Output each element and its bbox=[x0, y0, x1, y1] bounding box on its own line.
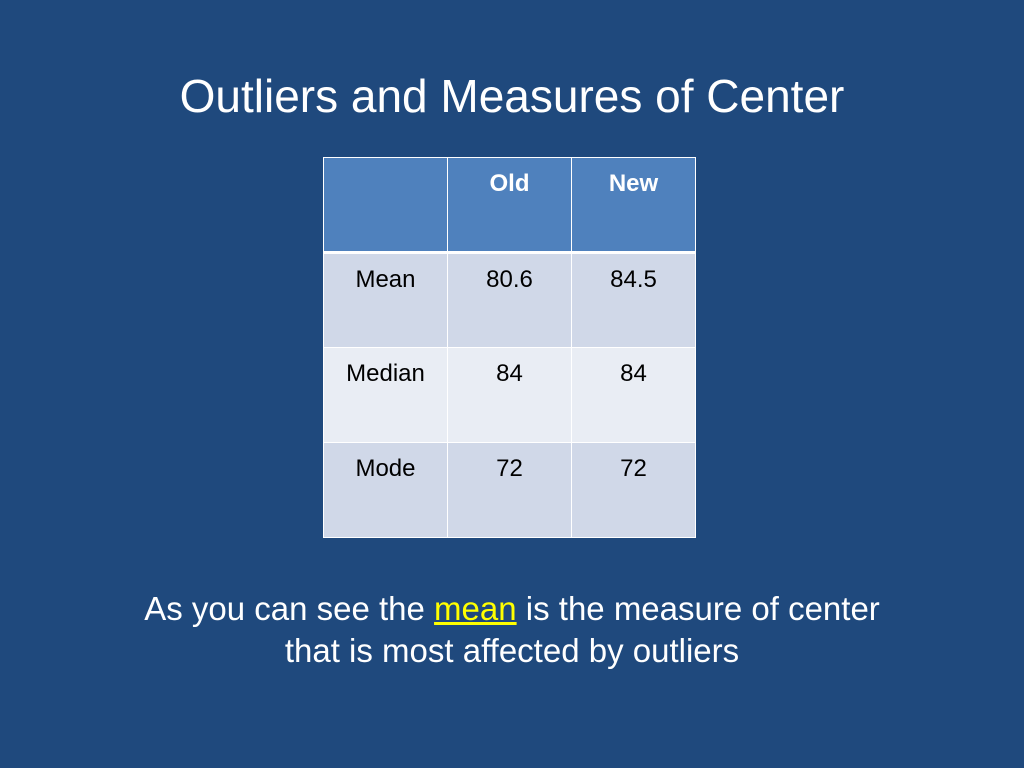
row-label: Mode bbox=[323, 442, 448, 538]
body-text-segment: As you can see the bbox=[144, 590, 435, 627]
table-cell: 84 bbox=[571, 347, 696, 443]
table-row: Mode 72 72 bbox=[323, 442, 696, 538]
measures-table: Old New Mean 80.6 84.5 Median 84 84 Mode… bbox=[323, 157, 696, 538]
body-text: As you can see the mean is the measure o… bbox=[40, 588, 984, 672]
table-cell: 72 bbox=[571, 442, 696, 538]
row-label: Mean bbox=[323, 252, 448, 348]
slide-title: Outliers and Measures of Center bbox=[179, 70, 845, 122]
body-line-2: that is most affected by outliers bbox=[284, 632, 740, 669]
header-cell: Old bbox=[447, 157, 572, 254]
table-cell: 84.5 bbox=[571, 252, 696, 348]
header-cell: New bbox=[571, 157, 696, 254]
table-cell: 80.6 bbox=[447, 252, 572, 348]
header-cell bbox=[323, 157, 448, 254]
table-row: Mean 80.6 84.5 bbox=[323, 252, 696, 348]
highlighted-word: mean bbox=[434, 590, 517, 627]
table-row: Median 84 84 bbox=[323, 347, 696, 443]
table-cell: 72 bbox=[447, 442, 572, 538]
table-header-row: Old New bbox=[323, 157, 696, 254]
row-label: Median bbox=[323, 347, 448, 443]
body-line-1: As you can see the mean is the measure o… bbox=[40, 588, 984, 630]
table-cell: 84 bbox=[447, 347, 572, 443]
body-text-segment: is the measure of center bbox=[516, 590, 880, 627]
